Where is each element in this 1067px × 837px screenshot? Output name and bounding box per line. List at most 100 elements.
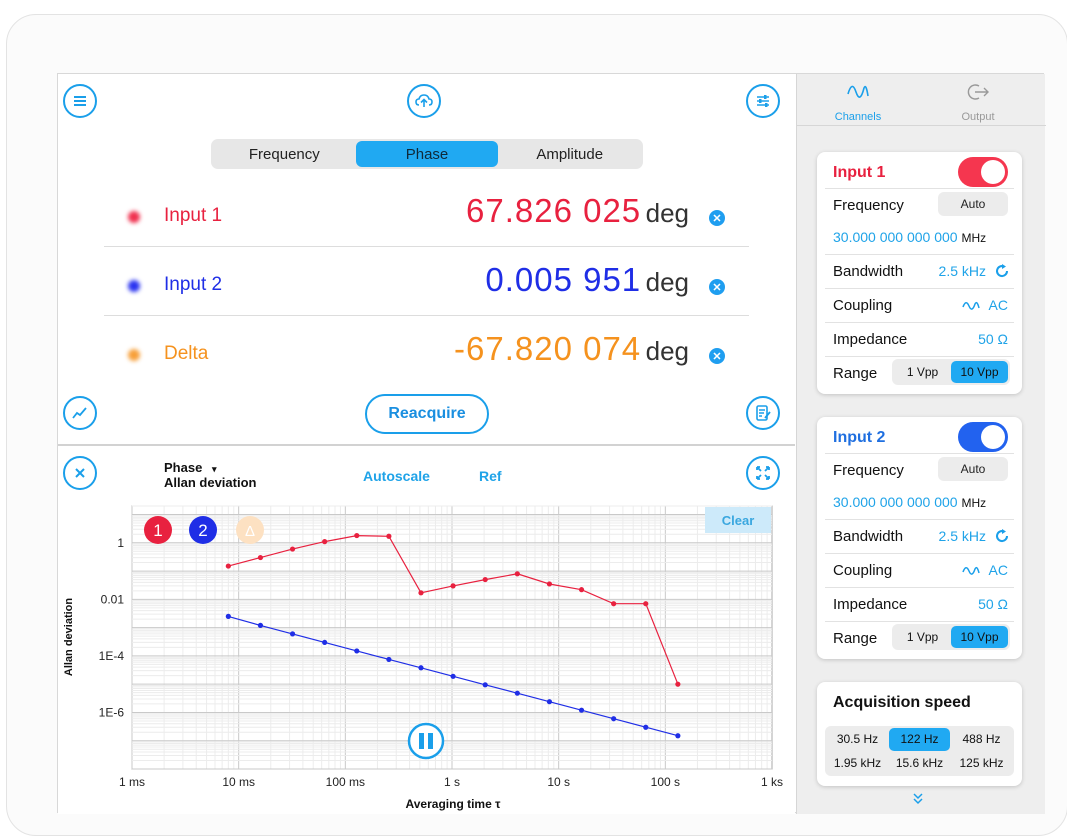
series-2-point bbox=[514, 690, 520, 696]
clear-input2-button[interactable]: ✕ bbox=[709, 279, 725, 295]
tab-amplitude[interactable]: Amplitude bbox=[498, 141, 641, 167]
input1-title: Input 1 bbox=[833, 164, 886, 181]
range-option-1vpp[interactable]: 1 Vpp bbox=[894, 361, 951, 383]
pause-button[interactable] bbox=[407, 722, 445, 760]
impedance-value[interactable]: 50 Ω bbox=[978, 331, 1008, 347]
frequency-auto-button[interactable]: Auto bbox=[938, 192, 1008, 216]
badge-input1[interactable]: 1 bbox=[144, 516, 172, 544]
range-option-10vpp[interactable]: 10 Vpp bbox=[951, 626, 1008, 648]
badge-delta[interactable]: Δ bbox=[236, 516, 264, 544]
x-tick-label: 1 ks bbox=[761, 775, 783, 789]
sidebar: Channels Output Input 1 Frequency Auto 3… bbox=[796, 74, 1046, 814]
bandwidth-value[interactable]: 2.5 kHz bbox=[939, 263, 986, 279]
series-2-point bbox=[225, 613, 231, 619]
y-tick-label: 1E-6 bbox=[99, 705, 125, 719]
series-2-point bbox=[257, 622, 264, 628]
measurement-row-input2: Input 2 0.005 951 deg ✕ bbox=[104, 247, 749, 315]
tab-frequency[interactable]: Frequency bbox=[213, 141, 356, 167]
trend-button[interactable] bbox=[63, 396, 97, 430]
settings-button[interactable] bbox=[746, 84, 780, 118]
input2-bandwidth-row: Bandwidth 2.5 kHz bbox=[817, 519, 1022, 553]
badge-delta-label: Δ bbox=[245, 523, 255, 540]
log-button[interactable] bbox=[746, 396, 780, 430]
cloud-upload-button[interactable] bbox=[407, 84, 441, 118]
range-option-1vpp[interactable]: 1 Vpp bbox=[894, 626, 951, 648]
menu-button[interactable] bbox=[63, 84, 97, 118]
badge-input2[interactable]: 2 bbox=[189, 516, 217, 544]
y-tick-label: 1 bbox=[117, 536, 124, 550]
bandwidth-label: Bandwidth bbox=[833, 263, 904, 280]
clear-button[interactable]: Clear bbox=[705, 507, 771, 533]
input2-frequency-value[interactable]: 30.000 000 000 000 MHz bbox=[833, 494, 986, 510]
input2-title: Input 2 bbox=[833, 429, 886, 446]
input2-toggle[interactable] bbox=[958, 422, 1008, 452]
x-tick-label: 10 s bbox=[547, 775, 570, 789]
frequency-value: 30.000 000 000 000 bbox=[833, 494, 958, 510]
speed-option[interactable]: 15.6 kHz bbox=[889, 752, 950, 775]
coupling-value[interactable]: AC bbox=[989, 562, 1008, 578]
app-screen: Frequency Phase Amplitude Input 1 67.826… bbox=[57, 73, 1046, 814]
y-axis-label: Allan deviation bbox=[63, 598, 75, 677]
speed-option[interactable]: 122 Hz bbox=[889, 728, 950, 751]
series-1-point bbox=[450, 583, 456, 589]
input1-frequency-value[interactable]: 30.000 000 000 000 MHz bbox=[833, 229, 986, 245]
x-axis-ticks: 1 ms 10 ms 100 ms 1 s 10 s 100 s 1 ks bbox=[119, 775, 783, 789]
speed-option[interactable]: 30.5 Hz bbox=[827, 728, 888, 751]
series-1-point bbox=[289, 546, 296, 552]
input2-header: Input 2 bbox=[817, 419, 1022, 453]
coupling-value[interactable]: AC bbox=[989, 297, 1008, 313]
x-axis-label: Averaging time τ bbox=[406, 797, 502, 811]
input1-frequency-row: Frequency Auto bbox=[817, 188, 1022, 222]
series-1-point bbox=[257, 554, 264, 561]
reacquire-button[interactable]: Reacquire bbox=[365, 394, 489, 434]
series-2-point bbox=[578, 707, 585, 713]
series-1-point bbox=[386, 533, 392, 539]
series-2-point bbox=[322, 639, 328, 646]
clear-delta-button[interactable]: ✕ bbox=[709, 348, 725, 364]
acquisition-speed-card: Acquisition speed 30.5 Hz 122 Hz 488 Hz … bbox=[817, 682, 1022, 786]
input1-toggle[interactable] bbox=[958, 157, 1008, 187]
refresh-icon[interactable] bbox=[994, 263, 1010, 279]
speed-option[interactable]: 488 Hz bbox=[951, 728, 1012, 751]
series-2-point bbox=[675, 733, 681, 739]
main-panel: Frequency Phase Amplitude Input 1 67.826… bbox=[58, 74, 795, 814]
frequency-value: 30.000 000 000 000 bbox=[833, 229, 958, 245]
range-option-10vpp[interactable]: 10 Vpp bbox=[951, 361, 1008, 383]
measurement-value-group: -67.820 074 deg bbox=[454, 330, 689, 368]
tab-output-label: Output bbox=[961, 111, 995, 123]
x-tick-label: 100 s bbox=[651, 775, 680, 789]
ac-wave-icon bbox=[962, 566, 980, 575]
tab-channels[interactable]: Channels bbox=[819, 80, 897, 123]
y-axis-ticks: 1 0.01 1E-4 1E-6 bbox=[99, 536, 125, 720]
series-1-point bbox=[354, 532, 360, 539]
clear-input1-button[interactable]: ✕ bbox=[709, 210, 725, 226]
tab-phase[interactable]: Phase bbox=[355, 141, 499, 167]
speed-option[interactable]: 125 kHz bbox=[951, 752, 1012, 775]
double-chevron-down-icon[interactable] bbox=[911, 792, 925, 806]
ac-wave-icon bbox=[962, 301, 980, 310]
tab-output[interactable]: Output bbox=[939, 80, 1017, 123]
speed-option[interactable]: 1.95 kHz bbox=[827, 752, 888, 775]
series-1-point bbox=[322, 539, 328, 545]
range-selector: 1 Vpp 10 Vpp bbox=[892, 359, 1010, 385]
measurement-unit: deg bbox=[645, 336, 689, 366]
delta-dot-icon bbox=[128, 349, 140, 361]
input1-range-row: Range 1 Vpp 10 Vpp bbox=[817, 356, 1022, 390]
measurement-unit: deg bbox=[645, 267, 689, 297]
measurement-value: 67.826 025 bbox=[465, 192, 642, 229]
y-tick-label: 1E-4 bbox=[99, 649, 125, 663]
impedance-value[interactable]: 50 Ω bbox=[978, 596, 1008, 612]
frequency-label: Frequency bbox=[833, 197, 904, 214]
allan-deviation-chart[interactable]: 1 ms 10 ms 100 ms 1 s 10 s 100 s 1 ks 1 0.01 1E-… bbox=[58, 449, 795, 814]
bandwidth-value[interactable]: 2.5 kHz bbox=[939, 528, 986, 544]
series-1-point bbox=[643, 601, 649, 607]
notes-edit-icon bbox=[756, 405, 771, 421]
exit-arrow-icon bbox=[967, 84, 989, 100]
measurement-value: -67.820 074 bbox=[454, 330, 642, 367]
coupling-label: Coupling bbox=[833, 562, 893, 579]
x-tick-label: 100 ms bbox=[326, 775, 365, 789]
measurement-value-group: 0.005 951 deg bbox=[485, 261, 689, 299]
refresh-icon[interactable] bbox=[994, 528, 1010, 544]
sidebar-tabs: Channels Output bbox=[797, 74, 1046, 126]
frequency-auto-button[interactable]: Auto bbox=[938, 457, 1008, 481]
